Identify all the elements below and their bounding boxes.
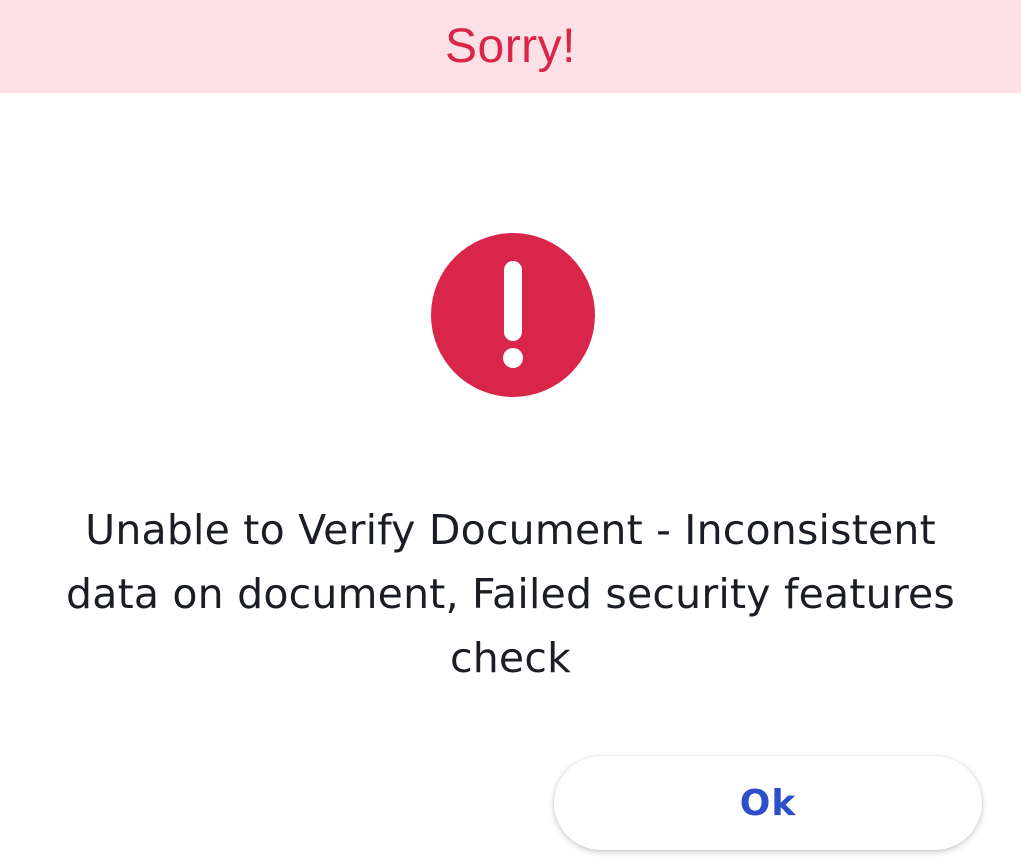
dialog-header: Sorry! [0, 0, 1021, 93]
error-message: Unable to Verify Document - Inconsistent… [66, 506, 955, 682]
alert-circle-icon [430, 232, 596, 398]
ok-button[interactable]: Ok [554, 756, 982, 850]
dialog-title: Sorry! [444, 19, 576, 73]
ok-button-label: Ok [739, 782, 797, 824]
error-dialog: Sorry! Unable to Verify Document - Incon… [0, 0, 1021, 865]
